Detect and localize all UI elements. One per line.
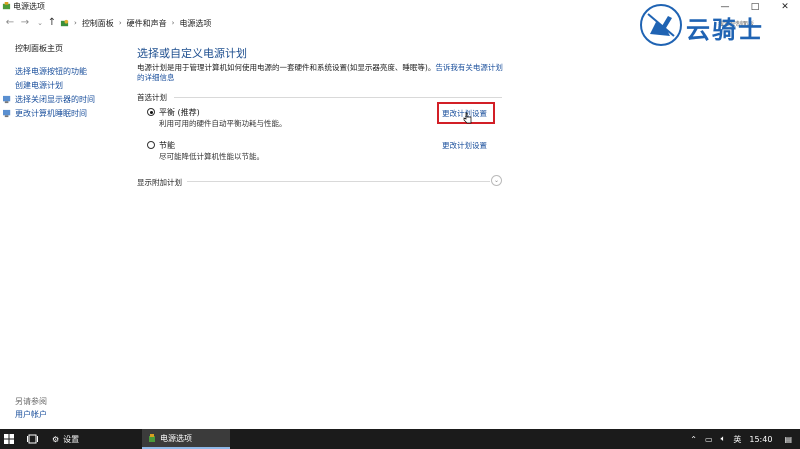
show-additional-plans-label[interactable]: 显示附加计划 [137, 177, 182, 188]
page-description: 电源计划是用于管理计算机如何使用电源的一套硬件和系统设置(如显示器亮度、睡眠等)… [137, 63, 507, 83]
sidebar-item-create-plan[interactable]: 创建电源计划 [15, 80, 63, 91]
sidebar: 控制面板主页 选择电源按钮的功能 创建电源计划 选择关闭显示器的时间 更改计算机… [0, 32, 125, 428]
breadcrumb-item[interactable]: 控制面板 [82, 18, 114, 29]
taskbar-settings[interactable]: ⚙ 设置 [46, 429, 85, 449]
sidebar-item-power-buttons[interactable]: 选择电源按钮的功能 [15, 66, 87, 77]
see-also-heading: 另请参阅 [15, 397, 47, 406]
back-arrow-icon[interactable]: ← [4, 17, 16, 29]
display-shield-icon [3, 95, 11, 104]
power-options-icon [149, 433, 155, 442]
chevron-down-icon[interactable]: ⌄ [491, 175, 502, 186]
control-panel-icon [60, 19, 69, 26]
breadcrumb-separator-icon: › [171, 19, 175, 27]
sidebar-item-display-off[interactable]: 选择关闭显示器的时间 [15, 94, 95, 105]
network-icon[interactable]: ▭ [701, 435, 717, 444]
forward-arrow-icon[interactable]: → [19, 17, 31, 29]
windows-start-icon[interactable] [4, 434, 14, 444]
preferred-plans-label: 首选计划 [137, 93, 167, 102]
main-content: 选择或自定义电源计划 电源计划是用于管理计算机如何使用电源的一套硬件和系统设置(… [137, 32, 517, 428]
sleep-shield-icon [3, 109, 11, 118]
watermark-logo: 云骑士 [640, 4, 800, 48]
clock[interactable]: 15:40 [745, 435, 776, 444]
knight-logo-icon [640, 4, 682, 46]
breadcrumb-item[interactable]: 硬件和声音 [127, 18, 167, 29]
breadcrumb-separator-icon: › [74, 19, 77, 27]
page-title: 选择或自定义电源计划 [137, 47, 247, 60]
notification-icon[interactable]: ▤ [776, 435, 800, 444]
radio-balanced[interactable] [147, 108, 155, 116]
volume-icon[interactable]: 🔈︎ [717, 434, 730, 444]
taskbar: ⚙ 设置 电源选项 ⌃ ▭ 🔈︎ 英 15:40 ▤ [0, 429, 800, 449]
recent-locations-chevron-icon[interactable]: ⌄ [34, 17, 46, 29]
plan-name: 节能 [159, 141, 175, 150]
hand-cursor-icon [463, 112, 472, 124]
input-method-indicator[interactable]: 英 [729, 434, 745, 445]
taskbar-power-options[interactable]: 电源选项 [142, 429, 230, 449]
user-accounts-link[interactable]: 用户帐户 [15, 409, 47, 420]
breadcrumb-separator-icon: › [118, 19, 122, 27]
sidebar-item-sleep-time[interactable]: 更改计算机睡眠时间 [15, 108, 87, 119]
taskbar-item-label: 设置 [63, 434, 80, 444]
window-title: 电源选项 [13, 2, 45, 11]
change-plan-settings-link-saver[interactable]: 更改计划设置 [442, 140, 487, 151]
plan-description: 利用可用的硬件自动平衡功耗与性能。 [159, 119, 287, 128]
gear-icon: ⚙ [52, 434, 60, 444]
radio-power-saver[interactable] [147, 141, 155, 149]
up-arrow-icon[interactable]: ↑ [46, 17, 58, 29]
divider [174, 97, 502, 98]
divider [187, 181, 490, 182]
watermark-text: 云骑士 [686, 16, 764, 44]
breadcrumb-item[interactable]: 电源选项 [179, 18, 211, 29]
description-text: 电源计划是用于管理计算机如何使用电源的一套硬件和系统设置(如显示器亮度、睡眠等)… [137, 63, 436, 72]
plan-name: 平衡 (推荐) [159, 108, 200, 117]
task-view-icon[interactable] [27, 434, 38, 444]
plan-description: 尽可能降低计算机性能以节能。 [159, 152, 264, 161]
breadcrumb[interactable]: › 控制面板 › 硬件和声音 › 电源选项 [60, 16, 660, 30]
taskbar-item-label: 电源选项 [160, 433, 192, 443]
sidebar-home-link[interactable]: 控制面板主页 [15, 43, 63, 54]
system-tray: ⌃ ▭ 🔈︎ 英 15:40 ▤ [686, 429, 800, 449]
power-options-icon [2, 2, 11, 10]
chevron-up-icon[interactable]: ⌃ [686, 435, 701, 444]
